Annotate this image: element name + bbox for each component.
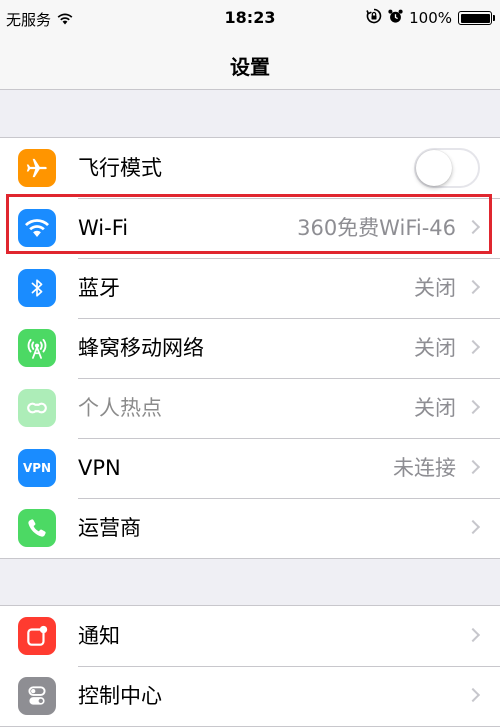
airplane-mode-toggle[interactable] <box>414 148 480 188</box>
row-label: 飞行模式 <box>78 156 162 180</box>
chevron-right-icon <box>465 519 481 535</box>
chevron-right-icon <box>465 627 481 643</box>
bluetooth-icon <box>18 269 56 307</box>
row-wifi[interactable]: Wi-Fi 360免费WiFi-46 <box>0 198 500 258</box>
row-airplane-mode[interactable]: 飞行模式 <box>0 138 500 198</box>
row-value: 关闭 <box>414 336 456 360</box>
orientation-lock-icon <box>366 8 382 28</box>
chevron-right-icon <box>465 279 481 295</box>
row-cellular[interactable]: 蜂窝移动网络 关闭 <box>0 318 500 378</box>
chevron-right-icon <box>465 339 481 355</box>
battery-percent: 100% <box>409 9 452 27</box>
chevron-right-icon <box>465 459 481 475</box>
alarm-icon <box>388 9 403 28</box>
vpn-icon-text: VPN <box>22 461 52 475</box>
row-label: 控制中心 <box>78 684 162 708</box>
row-label: 蜂窝移动网络 <box>78 336 204 360</box>
row-value: 未连接 <box>393 456 456 480</box>
row-label: VPN <box>78 456 121 480</box>
notifications-icon <box>18 617 56 655</box>
chevron-right-icon <box>465 219 481 235</box>
toggle-knob[interactable] <box>416 150 452 186</box>
settings-group-system: 通知 控制中心 <box>0 605 500 727</box>
settings-group-connectivity: 飞行模式 Wi-Fi 360免费WiFi-46 蓝牙 关闭 蜂窝移动网络 关闭 … <box>0 137 500 559</box>
hotspot-link-icon <box>18 389 56 427</box>
row-label: 通知 <box>78 624 120 648</box>
chevron-right-icon <box>465 399 481 415</box>
row-bluetooth[interactable]: 蓝牙 关闭 <box>0 258 500 318</box>
vpn-icon: VPN <box>18 449 56 487</box>
row-control-center[interactable]: 控制中心 <box>0 666 500 726</box>
row-label: 个人热点 <box>78 396 162 420</box>
row-value: 关闭 <box>414 276 456 300</box>
status-bar: 无服务 18:23 100% <box>0 0 500 38</box>
row-label: 蓝牙 <box>78 276 120 300</box>
row-notifications[interactable]: 通知 <box>0 606 500 666</box>
row-value: 关闭 <box>414 396 456 420</box>
airplane-icon <box>18 149 56 187</box>
row-label: Wi-Fi <box>78 216 129 240</box>
page-title: 设置 <box>230 55 270 79</box>
battery-fill <box>460 13 490 23</box>
row-label: 运营商 <box>78 516 141 540</box>
battery-icon <box>458 11 495 25</box>
wifi-network-name: 360免费WiFi-46 <box>297 216 456 240</box>
control-center-icon <box>18 677 56 715</box>
status-right: 100% <box>366 8 495 28</box>
chevron-right-icon <box>465 687 481 703</box>
wifi-icon <box>18 209 56 247</box>
row-vpn[interactable]: VPN VPN 未连接 <box>0 438 500 498</box>
row-carrier[interactable]: 运营商 <box>0 498 500 558</box>
row-personal-hotspot[interactable]: 个人热点 关闭 <box>0 378 500 438</box>
navigation-bar: 设置 <box>0 38 500 90</box>
phone-icon <box>18 509 56 547</box>
cellular-antenna-icon <box>18 329 56 367</box>
